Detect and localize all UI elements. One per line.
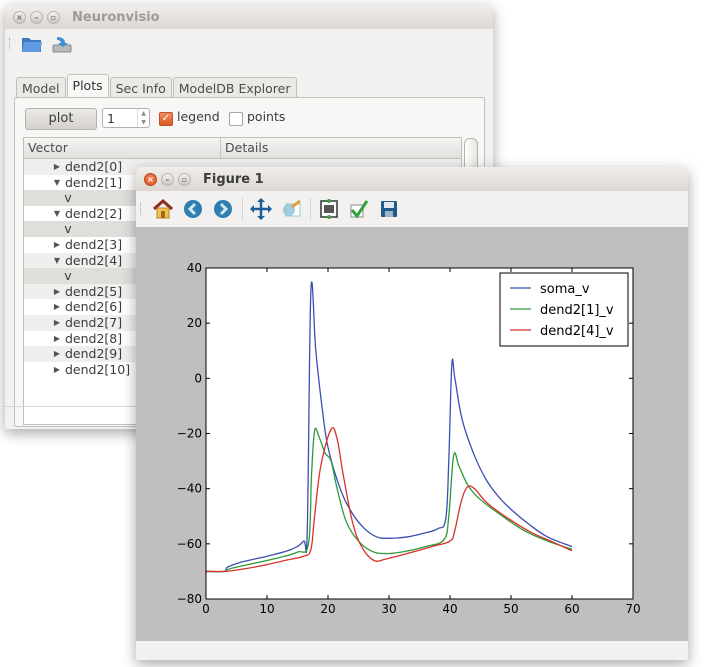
figure-toolbar [136, 191, 688, 227]
back-icon[interactable] [182, 198, 204, 220]
points-checkbox[interactable] [229, 112, 243, 126]
tree-row-label: v [64, 190, 72, 206]
window-title: Neuronvisio [72, 9, 160, 25]
y-tick-label: 40 [187, 261, 202, 275]
figure-window: × – ▫ Figure 1 0 10 20 30 40 50 60 70 −8… [136, 167, 688, 660]
figure-number-spinbox[interactable]: 1 ▲ ▼ [102, 108, 150, 128]
tree-row-label: dend2[4] [65, 252, 123, 268]
expanded-arrow-icon[interactable]: ▼ [24, 175, 60, 191]
tree-row-label: dend2[5] [65, 283, 123, 299]
edit-check-icon[interactable] [348, 198, 370, 220]
legend-label-0: soma_v [540, 282, 590, 297]
collapsed-arrow-icon[interactable]: ▶ [24, 284, 60, 300]
y-tick-label: −80 [177, 592, 202, 606]
toolbar-separator [242, 198, 243, 220]
y-tick-label: 0 [194, 371, 202, 385]
toolbar-grip[interactable] [9, 38, 13, 50]
figure-status-bar [136, 641, 688, 660]
y-tick-label: −40 [177, 482, 202, 496]
line-chart: 0 10 20 30 40 50 60 70 −80 −60 −40 −20 0 20 40 soma_vde… [177, 261, 641, 616]
tree-row-label: dend2[6] [65, 299, 123, 315]
tree-header: Vector Details [24, 138, 461, 159]
expanded-arrow-icon[interactable]: ▼ [24, 206, 60, 222]
x-tick-label: 10 [259, 602, 274, 616]
x-tick-label: 0 [202, 602, 210, 616]
x-tick-label: 70 [625, 602, 640, 616]
collapsed-arrow-icon[interactable]: ▶ [24, 315, 60, 331]
x-tick-label: 40 [442, 602, 457, 616]
folder-open-icon[interactable] [21, 33, 43, 55]
toolbar-grip[interactable] [140, 203, 144, 215]
y-tick-label: −60 [177, 537, 202, 551]
legend-checkbox[interactable]: ✓ [159, 112, 173, 126]
tree-row-label: dend2[10] [65, 361, 131, 377]
toolbar-separator [310, 198, 311, 220]
collapsed-arrow-icon[interactable]: ▶ [24, 346, 60, 362]
figure-title: Figure 1 [203, 171, 264, 187]
x-tick-label: 30 [381, 602, 396, 616]
tree-row-label: dend2[7] [65, 314, 123, 330]
figure-close-button[interactable]: × [144, 172, 157, 186]
main-title-bar[interactable]: × – ▫ Neuronvisio [5, 5, 493, 29]
load-icon[interactable] [51, 33, 73, 55]
main-toolbar [5, 29, 493, 59]
collapsed-arrow-icon[interactable]: ▶ [24, 331, 60, 347]
tree-row-label: dend2[3] [65, 236, 123, 252]
x-tick-label: 60 [564, 602, 579, 616]
column-vector[interactable]: Vector [24, 138, 221, 158]
tree-row-label: dend2[9] [65, 346, 123, 362]
x-tick-label: 20 [320, 602, 335, 616]
close-button[interactable]: × [13, 10, 26, 24]
spinbox-arrows[interactable]: ▲ ▼ [137, 109, 149, 127]
tree-row-label: dend2[0] [65, 159, 123, 174]
maximize-button[interactable]: ▫ [47, 10, 60, 24]
save-icon[interactable] [378, 198, 400, 220]
collapsed-arrow-icon[interactable]: ▶ [24, 299, 60, 315]
figure-canvas[interactable]: 0 10 20 30 40 50 60 70 −80 −60 −40 −20 0 20 40 soma_vde… [136, 227, 688, 641]
legend-label: legend [177, 109, 220, 124]
zoom-rect-icon[interactable] [280, 198, 302, 220]
legend-label-2: dend2[4]_v [540, 324, 614, 339]
expanded-arrow-icon[interactable]: ▼ [24, 253, 60, 269]
points-label: points [247, 109, 286, 124]
tree-row-label: dend2[1] [65, 174, 123, 190]
home-icon[interactable] [152, 198, 174, 220]
collapsed-arrow-icon[interactable]: ▶ [24, 159, 60, 175]
collapsed-arrow-icon[interactable]: ▶ [24, 237, 60, 253]
y-tick-label: −20 [177, 427, 202, 441]
minimize-button[interactable]: – [30, 10, 43, 24]
tree-row-label: v [64, 268, 72, 284]
figure-maximize-button[interactable]: ▫ [178, 172, 191, 186]
pan-icon[interactable] [250, 198, 272, 220]
forward-icon[interactable] [212, 198, 234, 220]
subplots-icon[interactable] [318, 198, 340, 220]
tree-row-label: v [64, 221, 72, 237]
spinbox-value: 1 [107, 111, 115, 126]
plot-button[interactable]: plot [25, 108, 97, 130]
column-details[interactable]: Details [221, 138, 272, 158]
x-tick-label: 50 [503, 602, 518, 616]
figure-minimize-button[interactable]: – [161, 172, 174, 186]
collapsed-arrow-icon[interactable]: ▶ [24, 362, 60, 378]
figure-title-bar[interactable]: × – ▫ Figure 1 [136, 167, 688, 191]
legend-label-1: dend2[1]_v [540, 303, 614, 318]
tree-row-label: dend2[2] [65, 205, 123, 221]
tree-row-label: dend2[8] [65, 330, 123, 346]
y-tick-label: 20 [187, 316, 202, 330]
